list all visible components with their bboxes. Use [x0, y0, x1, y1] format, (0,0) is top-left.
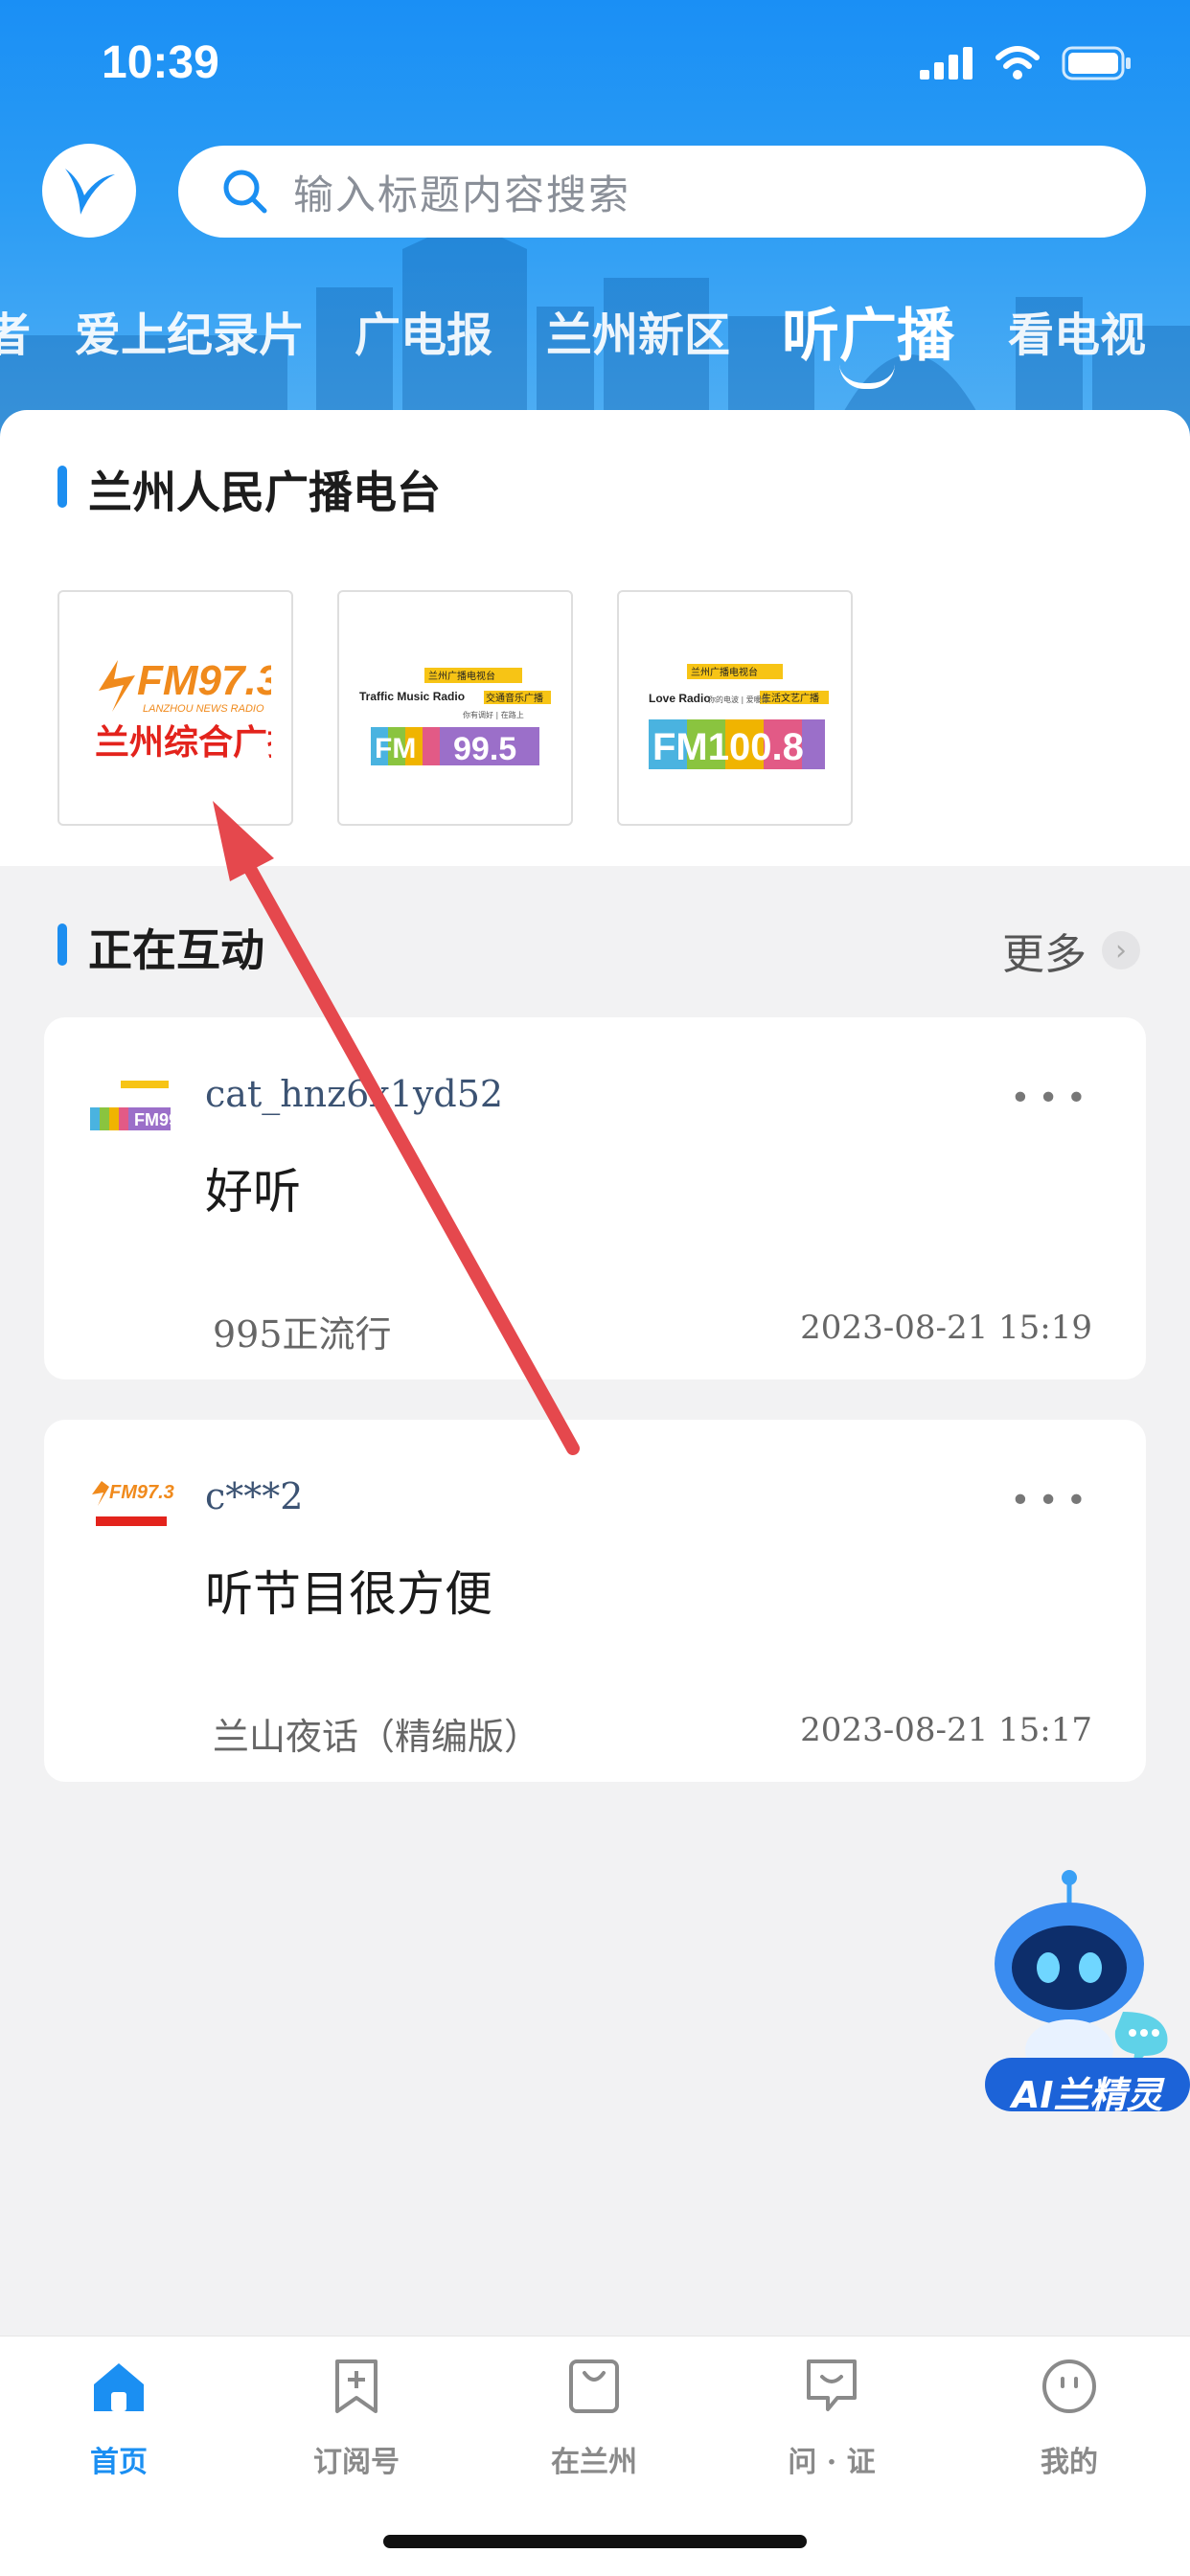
svg-text:Traffic Music Radio: Traffic Music Radio — [359, 690, 465, 703]
tab-broadcast-newspaper[interactable]: 广电报 — [355, 297, 492, 364]
fm973-logo: FM97.3 LANZHOU NEWS RADIO 兰州综合广播 — [95, 657, 271, 763]
nav-subscriptions[interactable]: 订阅号 — [280, 2356, 433, 2480]
tab-lanzhou-new-area[interactable]: 兰州新区 — [546, 297, 730, 364]
more-link[interactable]: 更多 › — [1002, 920, 1140, 981]
home-indicator — [383, 2535, 807, 2548]
fm973-name: 兰州综合广播 — [95, 722, 271, 763]
nav-profile[interactable]: 我的 — [993, 2356, 1146, 2480]
bag-icon — [569, 2359, 619, 2413]
fm973-freq: FM97.3 — [137, 657, 271, 704]
post-content: 听节目很方便 — [205, 1566, 492, 1622]
search-bar[interactable]: 输入标题内容搜索 — [178, 146, 1146, 238]
nav-questions[interactable]: 问 · 证 — [755, 2356, 908, 2480]
nav-in-lanzhou-label: 在兰州 — [551, 2446, 637, 2479]
svg-text:FM97.3: FM97.3 — [109, 1482, 174, 1503]
stations-panel: 兰州人民广播电台 FM97.3 LANZHOU NEWS RADIO 兰州综合广… — [0, 410, 1190, 866]
fm973-sub: LANZHOU NEWS RADIO — [143, 703, 264, 715]
nav-profile-label: 我的 — [1041, 2446, 1098, 2479]
app-logo-icon — [65, 169, 115, 215]
station-card-fm1008[interactable]: 兰州广播电视台 Love Radio 生活文艺广播 你的电波 | 爱暖你 FM1… — [617, 590, 853, 826]
search-icon — [223, 170, 267, 214]
svg-text:FM99.5: FM99.5 — [134, 1110, 174, 1129]
signal-icon — [920, 47, 973, 80]
home-icon — [94, 2363, 144, 2411]
svg-text:兰州广播电视台: 兰州广播电视台 — [691, 666, 758, 678]
nav-home[interactable]: 首页 — [42, 2356, 195, 2480]
channel-tabs: 者 爱上纪录片 广电报 兰州新区 听广播 看电视 — [0, 287, 1190, 389]
tab-documentary[interactable]: 爱上纪录片 — [75, 297, 305, 364]
ai-assistant-label: AI兰精灵 — [1012, 2074, 1163, 2116]
chat-icon — [807, 2359, 857, 2411]
fm1008-logo: 兰州广播电视台 Love Radio 生活文艺广播 你的电波 | 爱暖你 FM1… — [649, 664, 829, 769]
status-time: 10:39 — [102, 37, 219, 88]
profile-icon — [1042, 2359, 1096, 2413]
interaction-section-title: 正在互动 — [57, 916, 264, 979]
more-label: 更多 — [1002, 930, 1087, 979]
svg-text:兰州广播电视台: 兰州广播电视台 — [428, 670, 495, 682]
svg-text:FM: FM — [375, 733, 416, 764]
more-options-icon[interactable]: ••• — [1010, 1481, 1094, 1520]
post-content: 好听 — [205, 1164, 301, 1220]
header: 10:39 输入标题内容搜索 者 爱上纪录片 广电报 兰州新区 听广播 看电视 — [0, 0, 1190, 450]
app-logo[interactable] — [42, 144, 136, 238]
wifi-icon — [995, 46, 1040, 80]
post-time: 2023-08-21 15:17 — [800, 1711, 1092, 1749]
status-icons — [920, 46, 1133, 80]
more-options-icon[interactable]: ••• — [1010, 1079, 1094, 1118]
tab-tv[interactable]: 看电视 — [1008, 297, 1146, 364]
nav-subscriptions-label: 订阅号 — [313, 2446, 400, 2479]
nav-in-lanzhou[interactable]: 在兰州 — [517, 2356, 671, 2480]
fm995-freq: 99.5 — [453, 731, 516, 767]
station-card-fm995[interactable]: 兰州广播电视台 Traffic Music Radio 交通音乐广播 你有调好 … — [337, 590, 573, 826]
post-username[interactable]: c***2 — [205, 1475, 303, 1517]
fm995-logo: 兰州广播电视台 Traffic Music Radio 交通音乐广播 你有调好 … — [359, 668, 551, 767]
nav-home-label: 首页 — [90, 2446, 148, 2479]
post-thumbnail-fm973: FM97.3 — [86, 1466, 174, 1554]
fm1008-freq: FM100.8 — [652, 726, 804, 768]
svg-text:你有调好 | 在路上: 你有调好 | 在路上 — [463, 710, 524, 719]
svg-text:Love Radio: Love Radio — [649, 692, 711, 705]
post-program: 兰山夜话（精编版） — [213, 1716, 541, 1758]
chevron-right-icon: › — [1102, 931, 1140, 969]
svg-text:你的电波 | 爱暖你: 你的电波 | 爱暖你 — [708, 695, 769, 704]
post-time: 2023-08-21 15:19 — [800, 1309, 1092, 1347]
svg-text:生活文艺广播: 生活文艺广播 — [762, 692, 819, 704]
ai-assistant-button[interactable]: AI兰精灵 — [979, 1868, 1190, 2117]
interaction-card[interactable]: FM99.5 cat_hnz6x1yd52 ••• 好听 995正流行 2023… — [44, 1017, 1146, 1379]
interaction-card[interactable]: FM97.3 c***2 ••• 听节目很方便 兰山夜话（精编版） 2023-0… — [44, 1420, 1146, 1782]
search-placeholder: 输入标题内容搜索 — [293, 171, 631, 218]
svg-text:交通音乐广播: 交通音乐广播 — [486, 692, 543, 704]
battery-icon — [1062, 46, 1131, 80]
post-thumbnail-fm995: FM99.5 — [86, 1063, 174, 1151]
bookmark-plus-icon — [335, 2359, 378, 2413]
tab-radio[interactable]: 听广播 — [782, 289, 954, 373]
stations-section-title: 兰州人民广播电台 — [57, 458, 441, 521]
station-card-fm973[interactable]: FM97.3 LANZHOU NEWS RADIO 兰州综合广播 — [57, 590, 293, 826]
post-program: 995正流行 — [213, 1313, 392, 1356]
tab-partial[interactable]: 者 — [0, 297, 31, 364]
nav-questions-label: 问 · 证 — [788, 2446, 876, 2479]
post-username[interactable]: cat_hnz6x1yd52 — [205, 1073, 503, 1115]
